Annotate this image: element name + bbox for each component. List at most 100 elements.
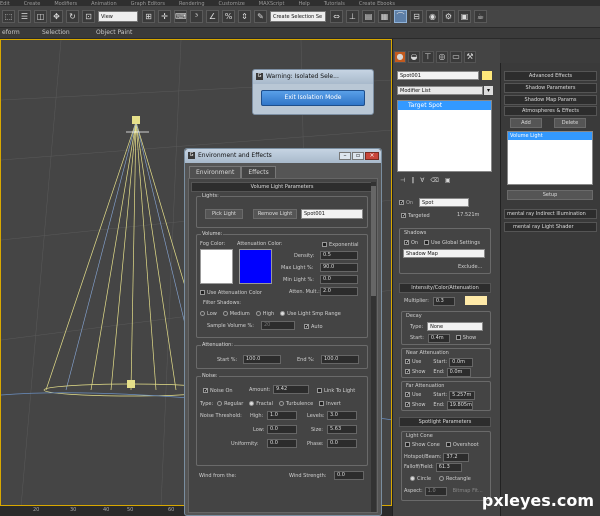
light-list-combo[interactable]: Spot001 <box>301 209 363 219</box>
spinner-snap-icon[interactable]: ⇕ <box>238 10 251 23</box>
motion-tab-icon[interactable]: ◎ <box>436 51 448 63</box>
falloff-spinner[interactable]: 61.3 <box>435 463 462 472</box>
wind-strength-spinner[interactable]: 0.0 <box>334 471 364 480</box>
min-light-spinner[interactable]: 0.0 <box>320 275 358 284</box>
reference-coord-combo[interactable]: View <box>98 11 138 22</box>
angle-snap-icon[interactable]: ∠ <box>206 10 219 23</box>
ribbon-tab-object-paint[interactable]: Object Paint <box>96 29 132 36</box>
pin-stack-icon[interactable]: ⊣ <box>400 177 405 189</box>
advanced-effects-rollout[interactable]: Advanced Effects <box>504 71 597 81</box>
exclude-button[interactable]: Exclude... <box>458 264 482 270</box>
graphite-toggle-icon[interactable]: ▦ <box>378 10 391 23</box>
render-setup-icon[interactable]: ⚙ <box>442 10 455 23</box>
delete-effect-button[interactable]: Delete <box>554 118 586 128</box>
far-use-checkbox[interactable]: ✓ <box>405 392 410 398</box>
low-spinner[interactable]: 0.0 <box>267 425 297 434</box>
use-atten-color-checkbox[interactable] <box>200 290 205 295</box>
show-cone-checkbox[interactable] <box>405 442 410 447</box>
fractal-radio[interactable] <box>249 401 255 406</box>
tab-environment[interactable]: Environment <box>189 166 242 178</box>
remove-light-button[interactable]: Remove Light <box>253 209 297 219</box>
near-end-spinner[interactable]: 0.0m <box>446 368 471 377</box>
far-start-spinner[interactable]: 5.257m <box>449 391 476 400</box>
shadows-on-checkbox[interactable]: ✓ <box>404 240 409 246</box>
ribbon-tab-freeform[interactable]: eform <box>2 29 20 36</box>
fog-color-swatch[interactable] <box>200 249 233 284</box>
levels-spinner[interactable]: 3.0 <box>327 411 357 420</box>
overshoot-checkbox[interactable] <box>445 442 451 447</box>
use-global-checkbox[interactable] <box>424 240 430 245</box>
light-type-combo[interactable]: Spot <box>419 198 470 207</box>
mirror-icon[interactable]: ⇔ <box>330 10 343 23</box>
env-dialog-title-bar[interactable]: G Environment and Effects – ▫ × <box>185 149 381 163</box>
near-start-spinner[interactable]: 0.0m <box>449 358 474 367</box>
move-icon[interactable]: ✥ <box>50 10 63 23</box>
effects-list[interactable]: Volume Light <box>507 131 593 185</box>
shadow-parameters-rollout[interactable]: Shadow Parameters <box>504 83 597 93</box>
targeted-checkbox[interactable]: ✓ <box>401 213 406 219</box>
select-region-icon[interactable]: ⬚ <box>2 10 15 23</box>
window-crossing-icon[interactable]: ◫ <box>34 10 47 23</box>
mr-indirect-rollout[interactable]: mental ray Indirect Illumination <box>504 209 597 219</box>
layer-manager-icon[interactable]: ▤ <box>362 10 375 23</box>
fs-high-radio[interactable] <box>255 311 261 316</box>
close-icon[interactable]: × <box>365 152 379 160</box>
maximize-icon[interactable]: ▫ <box>352 152 364 160</box>
density-spinner[interactable]: 0.5 <box>320 251 358 260</box>
multiplier-spinner[interactable]: 0.3 <box>432 297 455 306</box>
shadow-type-combo[interactable]: Shadow Map <box>403 249 485 258</box>
bitmap-fit-button[interactable]: Bitmap Fit... <box>453 488 483 494</box>
tab-effects[interactable]: Effects <box>241 166 276 178</box>
atmospheres-effects-rollout[interactable]: Atmospheres & Effects <box>504 106 597 116</box>
atten-start-spinner[interactable]: 100.0 <box>243 355 281 364</box>
atten-end-spinner[interactable]: 100.0 <box>321 355 359 364</box>
setup-button[interactable]: Setup <box>507 190 593 200</box>
invert-checkbox[interactable] <box>319 401 325 406</box>
edit-named-sets-icon[interactable]: ✎ <box>254 10 267 23</box>
modifier-list-combo[interactable]: Modifier List <box>397 86 483 95</box>
fs-medium-radio[interactable] <box>222 311 228 316</box>
spotlight-rollout-header[interactable]: Spotlight Parameters <box>399 417 491 427</box>
atten-mult-spinner[interactable]: 2.0 <box>320 287 358 296</box>
aspect-spinner[interactable]: 1.0 <box>424 487 447 496</box>
near-use-checkbox[interactable]: ✓ <box>405 359 410 365</box>
mr-light-shader-rollout[interactable]: mental ray Light Shader <box>504 222 597 232</box>
snap-icon[interactable]: ³ <box>190 10 203 23</box>
uniformity-spinner[interactable]: 0.0 <box>267 439 297 448</box>
pivot-icon[interactable]: ⊞ <box>142 10 155 23</box>
remove-modifier-icon[interactable]: ⌫ <box>430 177 438 189</box>
max-light-spinner[interactable]: 90.0 <box>320 263 358 272</box>
schematic-view-icon[interactable]: ⊟ <box>410 10 423 23</box>
make-unique-icon[interactable]: ∀ <box>420 177 424 189</box>
object-color-swatch[interactable] <box>482 71 492 80</box>
dialog-scrollbar[interactable] <box>371 182 376 512</box>
render-production-icon[interactable]: ☕ <box>474 10 487 23</box>
high-spinner[interactable]: 1.0 <box>267 411 297 420</box>
chevron-down-icon[interactable]: ▾ <box>484 86 493 95</box>
intensity-rollout-header[interactable]: Intensity/Color/Attenuation <box>399 283 491 293</box>
ribbon-tab-selection[interactable]: Selection <box>42 29 70 36</box>
phase-spinner[interactable]: 0.0 <box>327 439 357 448</box>
align-icon[interactable]: ⊥ <box>346 10 359 23</box>
far-end-spinner[interactable]: 19.805m <box>446 401 473 410</box>
near-show-checkbox[interactable]: ✓ <box>405 369 410 375</box>
pick-light-button[interactable]: Pick Light <box>205 209 243 219</box>
exponential-checkbox[interactable] <box>322 242 327 247</box>
rotate-icon[interactable]: ↻ <box>66 10 79 23</box>
keyboard-shortcut-icon[interactable]: ⌨ <box>174 10 187 23</box>
scrollbar-thumb[interactable] <box>371 186 376 296</box>
minimize-icon[interactable]: – <box>339 152 351 160</box>
attenuation-color-swatch[interactable] <box>239 249 272 284</box>
circle-radio[interactable] <box>410 476 415 481</box>
stack-item[interactable]: Target Spot <box>398 101 491 110</box>
scale-icon[interactable]: ⊡ <box>82 10 95 23</box>
turbulence-radio[interactable] <box>278 401 284 406</box>
sample-volume-spinner[interactable]: 20 <box>261 321 295 330</box>
volume-light-rollout-header[interactable]: Volume Light Parameters <box>191 182 373 192</box>
link-to-light-checkbox[interactable] <box>317 388 322 393</box>
exit-isolation-button[interactable]: Exit Isolation Mode <box>261 90 365 106</box>
add-effect-button[interactable]: Add <box>510 118 542 128</box>
select-manipulate-icon[interactable]: ✛ <box>158 10 171 23</box>
select-name-icon[interactable]: ☰ <box>18 10 31 23</box>
far-show-checkbox[interactable]: ✓ <box>405 402 410 408</box>
